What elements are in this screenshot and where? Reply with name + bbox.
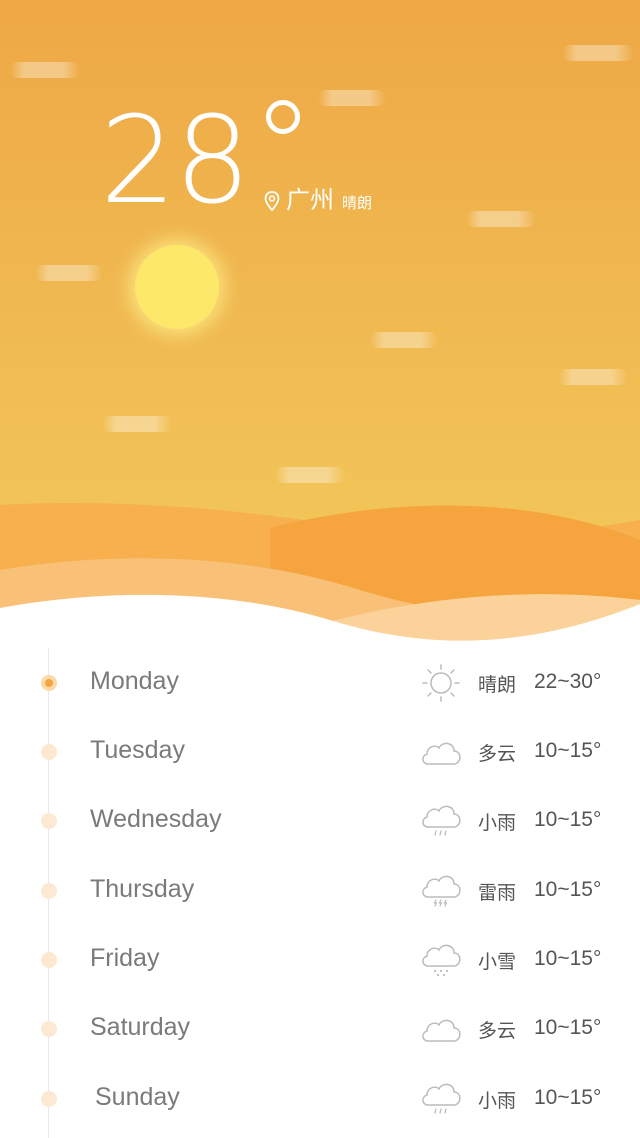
temperature-range: 10~15° [534, 739, 602, 762]
timeline-dot [41, 813, 57, 829]
thunder-rain-icon [422, 875, 461, 907]
forecast-row-thursday[interactable]: Thursday 雷雨 10~15° [0, 861, 640, 921]
sky-header: 28 广州 晴朗 [0, 0, 640, 660]
condition-label: 小雨 [478, 1090, 517, 1112]
day-label: Tuesday [90, 736, 185, 764]
rain-cloud-icon [422, 805, 461, 836]
condition-label: 雷雨 [478, 882, 517, 904]
timeline-dot [41, 744, 57, 760]
cloud-streak [35, 265, 103, 281]
forecast-row-friday[interactable]: Friday 小雪 10~15° [0, 930, 640, 990]
location-pin-icon [264, 191, 280, 211]
timeline-dot-active [41, 675, 57, 691]
timeline-dot [41, 883, 57, 899]
timeline-dot [41, 1021, 57, 1037]
day-label: Monday [90, 667, 179, 695]
condition-label: 小雪 [478, 951, 517, 973]
condition-label: 晴朗 [478, 674, 517, 696]
forecast-row-tuesday[interactable]: Tuesday 多云 10~15° [0, 722, 640, 782]
cloud-streak [10, 62, 80, 78]
timeline-dot [41, 1091, 57, 1107]
sun-icon [422, 664, 460, 702]
degree-symbol [266, 100, 300, 134]
temperature-value: 28 [100, 92, 251, 231]
condition-label: 多云 [478, 743, 517, 765]
temperature-range: 10~15° [534, 947, 602, 970]
snow-cloud-icon [422, 944, 461, 977]
temperature-range: 10~15° [534, 1016, 602, 1039]
dune-waves [0, 503, 640, 660]
location-info: 广州 晴朗 [264, 186, 372, 214]
temperature-range: 10~15° [534, 1086, 602, 1109]
forecast-row-wednesday[interactable]: Wednesday 小雨 10~15° [0, 791, 640, 851]
cloud-icon [422, 742, 461, 765]
forecast-row-monday[interactable]: Monday 晴朗 22~30° [0, 653, 640, 713]
day-label: Saturday [90, 1013, 191, 1041]
city-name: 广州 [286, 186, 334, 214]
temperature-range: 10~15° [534, 878, 602, 901]
cloud-icon [422, 1019, 461, 1042]
day-label: Wednesday [90, 805, 222, 833]
temperature-range: 22~30° [534, 670, 602, 693]
cloud-streak [102, 416, 172, 432]
day-label: Sunday [95, 1083, 180, 1111]
cloud-streak [466, 211, 536, 227]
timeline-dot [41, 952, 57, 968]
cloud-streak [562, 45, 634, 61]
current-temperature: 28 [100, 92, 300, 232]
rain-cloud-icon [422, 1083, 461, 1114]
sun-illustration [135, 245, 219, 329]
day-label: Friday [90, 944, 160, 972]
forecast-row-sunday[interactable]: Sunday 小雨 10~15° [0, 1069, 640, 1129]
condition-label: 多云 [478, 1020, 517, 1042]
forecast-row-saturday[interactable]: Saturday 多云 10~15° [0, 999, 640, 1059]
day-label: Thursday [90, 875, 195, 903]
current-condition: 晴朗 [342, 194, 373, 212]
cloud-streak [318, 90, 386, 106]
cloud-streak [370, 332, 438, 348]
cloud-streak [558, 369, 628, 385]
condition-label: 小雨 [478, 812, 517, 834]
temperature-range: 10~15° [534, 808, 602, 831]
